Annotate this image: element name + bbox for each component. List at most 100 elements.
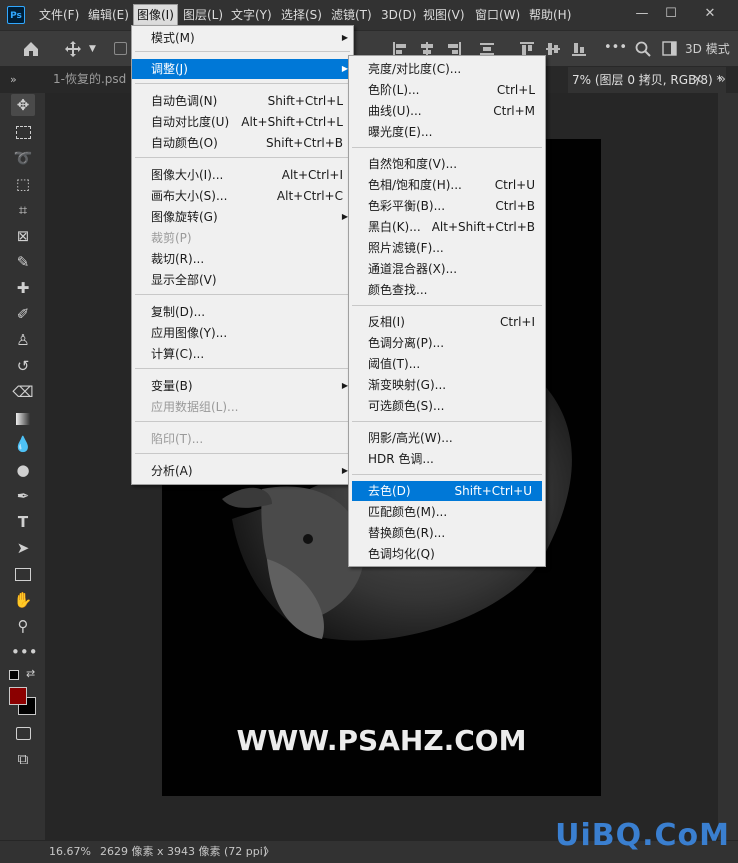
align-bottom-icon[interactable] [572,42,586,56]
menu-item-photo-filter[interactable]: 照片滤镜(F)... [349,238,545,258]
align-center-v-icon[interactable] [546,42,560,56]
menu-item-adjustments[interactable]: 调整(J) ▶ [132,59,353,79]
edit-toolbar-icon[interactable]: ••• [11,641,38,663]
eraser-tool-icon[interactable]: ⌫ [11,381,35,403]
minimize-icon[interactable]: — [630,4,654,24]
history-brush-tool-icon[interactable]: ↺ [11,355,35,377]
blur-tool-icon[interactable]: 💧 [11,433,35,455]
maximize-icon[interactable]: ☐ [659,4,683,24]
close-window-icon[interactable]: ✕ [698,4,722,24]
menu-item-color-lookup[interactable]: 颜色查找... [349,280,545,300]
move-tool-icon[interactable]: ✥ [11,94,35,116]
menu-item-match-color[interactable]: 匹配颜色(M)... [349,502,545,522]
align-center-h-icon[interactable] [420,42,434,56]
tool-preset-chevron-down-icon[interactable]: ▼ [89,41,96,57]
tab-recovered-psd[interactable]: 1-恢复的.psd [53,66,126,93]
menu-item-threshold[interactable]: 阈值(T)... [349,354,545,374]
menu-item-desaturate[interactable]: 去色(D) Shift+Ctrl+U [352,481,542,501]
menu-item-black-white[interactable]: 黑白(K)... Alt+Shift+Ctrl+B [349,217,545,237]
object-selection-tool-icon[interactable]: ⬚ [11,173,35,195]
auto-select-checkbox[interactable] [114,42,127,55]
align-left-icon[interactable] [393,42,407,56]
move-tool-icon[interactable] [64,40,82,58]
brush-tool-icon[interactable]: ✐ [11,303,35,325]
zoom-tool-icon[interactable]: ⚲ [11,615,35,637]
healing-brush-tool-icon[interactable]: ✚ [11,277,35,299]
menu-item-channel-mixer[interactable]: 通道混合器(X)... [349,259,545,279]
menu-type[interactable]: 文字(Y) [228,5,275,25]
menu-item-duplicate[interactable]: 复制(D)... [132,302,353,322]
distribute-horizontal-icon[interactable] [480,42,494,56]
menu-item-auto-color[interactable]: 自动颜色(O) Shift+Ctrl+B [132,133,353,153]
menu-edit[interactable]: 编辑(E) [85,5,132,25]
home-icon[interactable] [22,40,40,58]
menu-item-canvas-size[interactable]: 画布大小(S)... Alt+Ctrl+C [132,186,353,206]
menu-item-auto-tone[interactable]: 自动色调(N) Shift+Ctrl+L [132,91,353,111]
workspace-icon[interactable] [662,41,677,56]
menu-item-replace-color[interactable]: 替换颜色(R)... [349,523,545,543]
menu-item-trim[interactable]: 裁切(R)... [132,249,353,269]
menu-layer[interactable]: 图层(L) [180,5,226,25]
menu-item-brightness-contrast[interactable]: 亮度/对比度(C)... [349,59,545,79]
menu-window[interactable]: 窗口(W) [472,5,523,25]
rectangle-tool-icon[interactable] [11,563,35,585]
menu-item-apply-image[interactable]: 应用图像(Y)... [132,323,353,343]
clone-stamp-tool-icon[interactable]: ♙ [11,329,35,351]
lasso-tool-icon[interactable]: ➰ [11,147,35,169]
3d-mode-label[interactable]: 3D 模式 [685,41,730,57]
menu-item-exposure[interactable]: 曝光度(E)... [349,122,545,142]
frame-tool-icon[interactable]: ⊠ [11,225,35,247]
foreground-color-swatch[interactable] [9,687,27,705]
menu-item-equalize[interactable]: 色调均化(Q) [349,544,545,564]
menu-item-reveal-all[interactable]: 显示全部(V) [132,270,353,290]
menu-item-curves[interactable]: 曲线(U)... Ctrl+M [349,101,545,121]
menu-help[interactable]: 帮助(H) [526,5,574,25]
menu-3d[interactable]: 3D(D) [378,5,419,25]
marquee-tool-icon[interactable] [11,121,35,143]
hand-tool-icon[interactable]: ✋ [11,589,35,611]
menu-item-hue-saturation[interactable]: 色相/饱和度(H)... Ctrl+U [349,175,545,195]
menu-filter[interactable]: 滤镜(T) [328,5,375,25]
pen-tool-icon[interactable]: ✒ [11,485,35,507]
crop-tool-icon[interactable]: ⌗ [11,199,35,221]
menu-item-image-size[interactable]: 图像大小(I)... Alt+Ctrl+I [132,165,353,185]
swap-colors-icon[interactable]: ⇄ [26,667,35,680]
zoom-level[interactable]: 16.67% [49,841,91,862]
vertical-scrollbar[interactable] [718,93,738,840]
menu-image[interactable]: 图像(I) [133,4,178,26]
status-menu-arrow-icon[interactable]: 〉 [264,841,275,862]
align-right-icon[interactable] [447,42,461,56]
search-icon[interactable] [634,40,652,58]
menu-item-selective-color[interactable]: 可选颜色(S)... [349,396,545,416]
path-selection-tool-icon[interactable]: ➤ [11,537,35,559]
menu-item-color-balance[interactable]: 色彩平衡(B)... Ctrl+B [349,196,545,216]
menu-item-calculations[interactable]: 计算(C)... [132,344,353,364]
eyedropper-tool-icon[interactable]: ✎ [11,251,35,273]
gradient-tool-icon[interactable] [11,407,35,429]
screen-mode-icon[interactable]: ⧉ [11,748,35,770]
menu-item-hdr-toning[interactable]: HDR 色调... [349,449,545,469]
menu-item-mode[interactable]: 模式(M) ▶ [132,28,353,48]
menu-item-auto-contrast[interactable]: 自动对比度(U) Alt+Shift+Ctrl+L [132,112,353,132]
menu-item-vibrance[interactable]: 自然饱和度(V)... [349,154,545,174]
dodge-tool-icon[interactable]: ● [11,459,35,481]
type-tool-icon[interactable]: T [11,511,35,533]
tab-close-icon[interactable]: × [692,66,703,93]
photoshop-logo-icon[interactable]: Ps [7,6,25,24]
menu-file[interactable]: 文件(F) [36,5,82,25]
menu-item-invert[interactable]: 反相(I) Ctrl+I [349,312,545,332]
menu-select[interactable]: 选择(S) [278,5,325,25]
quick-mask-icon[interactable] [11,722,35,744]
menu-item-image-rotation[interactable]: 图像旋转(G) ▶ [132,207,353,227]
menu-item-levels[interactable]: 色阶(L)... Ctrl+L [349,80,545,100]
align-top-icon[interactable] [520,42,534,56]
panel-expand-icon[interactable]: » [10,66,17,93]
menu-item-variables[interactable]: 变量(B) ▶ [132,376,353,396]
menu-item-posterize[interactable]: 色调分离(P)... [349,333,545,353]
menu-item-shadows-highlights[interactable]: 阴影/高光(W)... [349,428,545,448]
menu-item-analysis[interactable]: 分析(A) ▶ [132,461,353,481]
menu-view[interactable]: 视图(V) [420,5,468,25]
tab-overflow-icon[interactable]: » [718,66,726,93]
default-colors-icon[interactable] [9,670,19,680]
menu-item-gradient-map[interactable]: 渐变映射(G)... [349,375,545,395]
